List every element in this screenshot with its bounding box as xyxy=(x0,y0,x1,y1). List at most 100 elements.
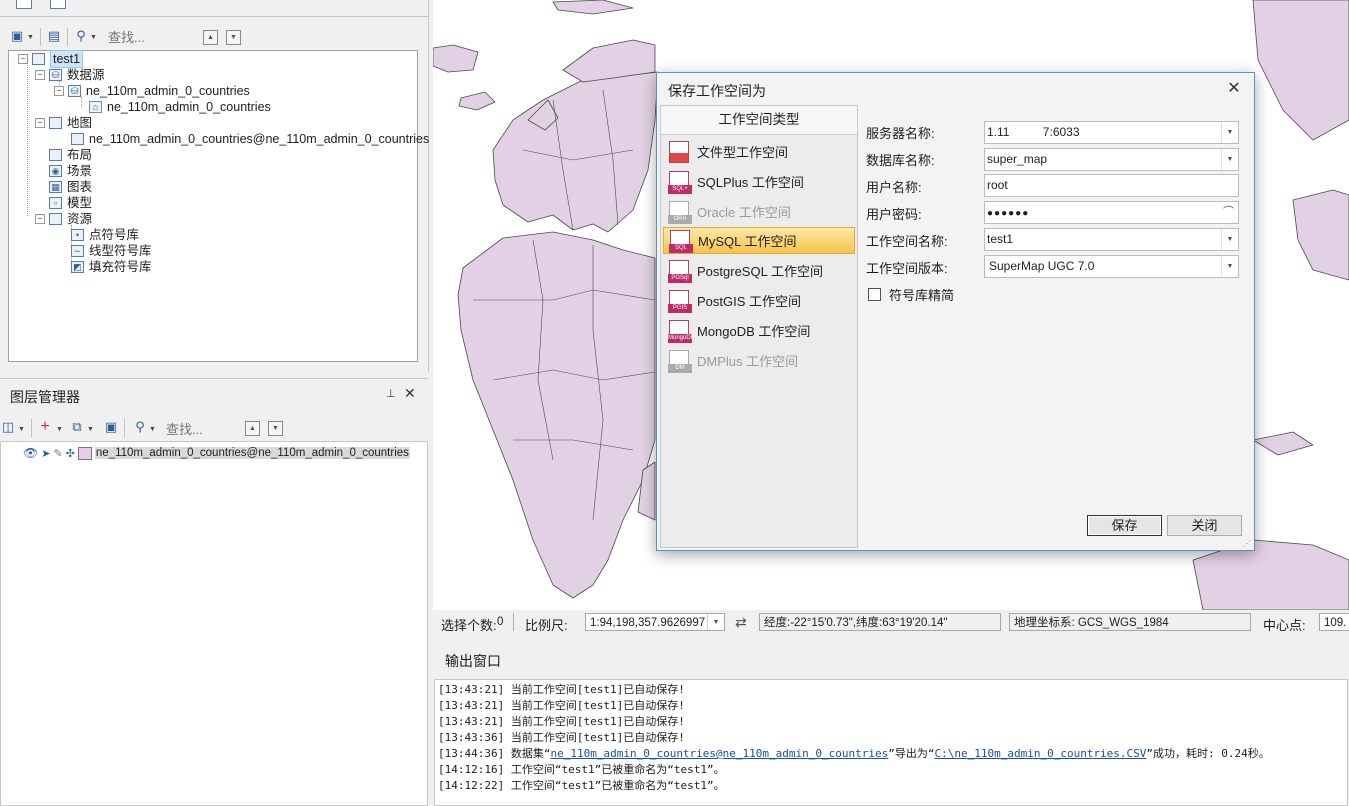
workspace-type-item[interactable]: DM DMPlus 工作空间 xyxy=(663,347,855,374)
resize-grip-icon[interactable]: ⋰ xyxy=(1243,539,1251,548)
landmass-island xyxy=(1252,431,1314,456)
copy-layer-icon[interactable]: ⧉ xyxy=(70,419,84,434)
workspace-type-item[interactable]: SQL+ SQLPlus 工作空间 xyxy=(663,168,855,195)
tree-node-datasource[interactable]: − ⛁ ne_110m_admin_0_countries xyxy=(54,83,250,99)
chevron-down-icon[interactable]: ▼ xyxy=(18,426,25,433)
search-next-button[interactable]: ▼ xyxy=(268,421,283,436)
chevron-down-icon[interactable]: ▼ xyxy=(1221,229,1238,250)
tree-node-label: 数据源 xyxy=(67,68,105,82)
symbol-simplify-checkbox[interactable] xyxy=(868,288,881,301)
workspace-tab-icon[interactable] xyxy=(16,0,32,9)
chevron-down-icon[interactable]: ▼ xyxy=(1221,256,1238,277)
search-prev-button[interactable]: ▲ xyxy=(203,30,218,45)
chevron-down-icon[interactable]: ▼ xyxy=(707,614,724,630)
selectable-cursor-icon[interactable]: ➤ xyxy=(41,447,50,460)
status-bar: 选择个数: 0 比例尺: 1:94,198,357.9626997 ▼ ⇄ 经度… xyxy=(433,611,1349,635)
tree-node-layouts[interactable]: 布局 xyxy=(49,147,92,163)
visible-eye-icon[interactable]: 👁 xyxy=(23,446,38,460)
status-divider xyxy=(513,613,514,631)
pin-icon[interactable]: ⊥ xyxy=(386,387,396,400)
workspace-type-label: DMPlus 工作空间 xyxy=(697,354,799,369)
tree-node-models[interactable]: ▫ 模型 xyxy=(49,195,92,211)
swap-icon[interactable]: ⇄ xyxy=(735,614,747,631)
search-next-button[interactable]: ▼ xyxy=(226,30,241,45)
password-value: ●●●●●● xyxy=(987,208,1030,219)
add-layer-icon[interactable]: + xyxy=(38,418,52,435)
chevron-down-icon[interactable]: ▼ xyxy=(90,34,97,41)
collapse-icon[interactable]: − xyxy=(35,118,45,128)
output-log[interactable]: [13:43:21] 当前工作空间[test1]已自动保存! [13:43:21… xyxy=(434,679,1348,806)
workspace-type-item[interactable]: MongoDB MongoDB 工作空间 xyxy=(663,317,855,344)
tree-node-map[interactable]: ne_110m_admin_0_countries@ne_110m_admin_… xyxy=(71,131,429,147)
workspace-type-badge: PGSql xyxy=(668,273,692,283)
workspace-type-item[interactable]: SQL MySQL 工作空间 xyxy=(663,227,855,254)
tree-node-fill-symbols[interactable]: ◩ 填充符号库 xyxy=(71,259,152,275)
tree-node-dataset[interactable]: ⌂ ne_110m_admin_0_countries xyxy=(89,99,271,115)
chevron-down-icon[interactable]: ▼ xyxy=(27,34,34,41)
layer-group-icon[interactable]: ◫ xyxy=(1,419,15,434)
search-prev-button[interactable]: ▲ xyxy=(245,421,260,436)
workspace-name-combobox[interactable]: test1 ▼ xyxy=(984,228,1239,251)
layer-list: 👁 ➤ ✎ ✣ ne_110m_admin_0_countries@ne_110… xyxy=(0,441,428,806)
tree-node-point-symbols[interactable]: • 点符号库 xyxy=(71,227,139,243)
username-value: root xyxy=(987,178,1008,192)
tree-node-workspace[interactable]: − test1 xyxy=(18,50,84,68)
layer-search-input[interactable] xyxy=(166,420,236,438)
workspace-type-item[interactable]: 文件型工作空间 xyxy=(663,138,855,165)
chevron-down-icon[interactable]: ▼ xyxy=(1221,149,1238,170)
workspace-search-input[interactable] xyxy=(108,28,196,46)
open-workspace-icon[interactable]: ▣ xyxy=(10,28,24,43)
workspace-type-item[interactable]: PGSql PostgreSQL 工作空间 xyxy=(663,257,855,284)
document-icon[interactable]: ▤ xyxy=(47,28,61,43)
layer-properties-icon[interactable]: ▣ xyxy=(104,419,118,434)
point-symbol-icon: • xyxy=(71,229,84,241)
workspace-type-icon: MongoDB xyxy=(668,319,695,343)
editable-pencil-icon[interactable]: ✎ xyxy=(53,447,62,460)
username-input[interactable]: root xyxy=(984,174,1239,197)
tree-node-line-symbols[interactable]: ∼ 线型符号库 xyxy=(71,243,152,259)
dataset-link[interactable]: ne_110m_admin_0_countries@ne_110m_admin_… xyxy=(550,747,888,760)
center-input[interactable]: 109. xyxy=(1319,613,1349,631)
collapse-icon[interactable]: − xyxy=(18,54,28,64)
workspace-type-item[interactable]: ORA Oracle 工作空间 xyxy=(663,198,855,225)
chevron-down-icon[interactable]: ▼ xyxy=(56,426,63,433)
snap-icon[interactable]: ✣ xyxy=(66,447,75,460)
workspace-version-select[interactable]: SuperMap UGC 7.0 ▼ xyxy=(984,255,1239,278)
collapse-icon[interactable]: − xyxy=(35,214,45,224)
tree-node-scenes[interactable]: ◉ 场景 xyxy=(49,163,92,179)
close-button[interactable]: 关闭 xyxy=(1167,515,1242,536)
chevron-down-icon[interactable]: ▼ xyxy=(149,426,156,433)
resource-tab-icon[interactable] xyxy=(50,0,66,9)
tree-node-charts[interactable]: ▦ 图表 xyxy=(49,179,92,195)
server-combobox[interactable]: 1.11 7:6033 ▼ xyxy=(984,121,1239,144)
close-icon[interactable]: ✕ xyxy=(1224,79,1244,99)
workspace-type-icon xyxy=(669,140,689,163)
server-label: 服务器名称: xyxy=(866,126,935,141)
workspace-manager-panel: ▣ ▼ ▤ ⚲ ▼ ▲ ▼ − test1 − ⛁ 数据源 − ⛁ ne_110… xyxy=(0,0,429,372)
tree-node-label: 线型符号库 xyxy=(89,244,152,258)
symbol-simplify-checkbox-row[interactable]: 符号库精简 xyxy=(868,285,954,304)
layer-row[interactable]: 👁 ➤ ✎ ✣ ne_110m_admin_0_countries@ne_110… xyxy=(23,445,410,461)
close-icon[interactable]: ✕ xyxy=(404,385,416,402)
tree-node-maps[interactable]: − 地图 xyxy=(35,115,92,131)
show-password-eye-icon[interactable]: ⌒ xyxy=(1223,202,1234,223)
database-combobox[interactable]: super_map ▼ xyxy=(984,148,1239,171)
scale-combobox[interactable]: 1:94,198,357.9626997 ▼ xyxy=(585,613,725,631)
search-icon[interactable]: ⚲ xyxy=(133,419,147,434)
collapse-icon[interactable]: − xyxy=(35,70,45,80)
search-icon[interactable]: ⚲ xyxy=(74,28,88,43)
workspace-type-item[interactable]: PGIS PostGIS 工作空间 xyxy=(663,287,855,314)
workspace-type-header: 工作空间类型 xyxy=(661,106,857,135)
save-button[interactable]: 保存 xyxy=(1087,515,1162,536)
file-path-link[interactable]: C:\ne_110m_admin_0_countries.CSV xyxy=(935,747,1147,760)
model-icon: ▫ xyxy=(49,197,62,209)
chevron-down-icon[interactable]: ▼ xyxy=(1221,122,1238,143)
chevron-down-icon[interactable]: ▼ xyxy=(87,426,94,433)
tree-node-resources[interactable]: − 资源 xyxy=(35,211,92,227)
workspace-type-icon: SQL xyxy=(669,229,693,253)
tree-node-label: 资源 xyxy=(67,212,93,226)
tree-node-datasources[interactable]: − ⛁ 数据源 xyxy=(35,67,105,83)
password-input[interactable]: ●●●●●● ⌒ xyxy=(984,201,1239,224)
collapse-icon[interactable]: − xyxy=(54,86,64,96)
chart-icon: ▦ xyxy=(49,181,62,193)
